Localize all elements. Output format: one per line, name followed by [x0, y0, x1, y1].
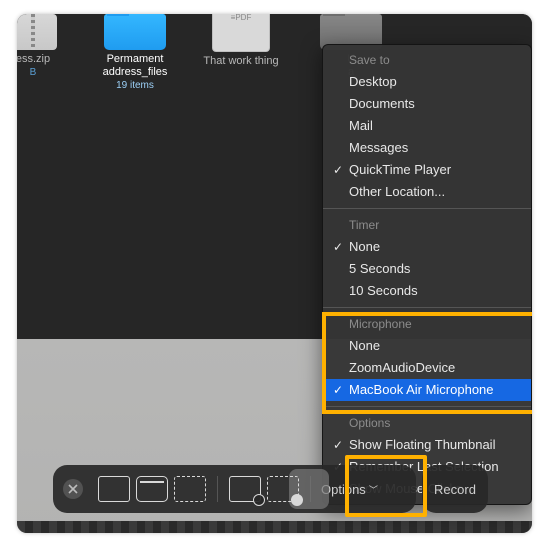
- menu-item-mic-macbook[interactable]: ✓MacBook Air Microphone: [323, 379, 531, 401]
- menu-section-timer: Timer: [323, 214, 531, 236]
- file-item[interactable]: ess.zip B: [17, 14, 79, 78]
- document-icon: [212, 14, 270, 52]
- toolbar-separator: [217, 476, 218, 502]
- menu-item-timer-10s[interactable]: 10 Seconds: [323, 280, 531, 302]
- check-icon: ✓: [333, 238, 343, 256]
- record-dot-icon: [291, 494, 303, 506]
- screenshot-toolbar: Options ﹀ Record: [53, 465, 488, 513]
- capture-window-button[interactable]: [136, 476, 168, 502]
- menu-item-messages[interactable]: Messages: [323, 137, 531, 159]
- file-item[interactable]: Permament address_files 19 items: [89, 14, 181, 91]
- file-sub: B: [17, 67, 79, 78]
- options-menu: Save to Desktop Documents Mail Messages …: [322, 44, 532, 505]
- menu-item-desktop[interactable]: Desktop: [323, 71, 531, 93]
- record-label: Record: [434, 482, 476, 497]
- file-label: That work thing: [195, 55, 287, 68]
- menu-section-microphone: Microphone: [323, 313, 531, 335]
- bottom-edge: [17, 521, 532, 533]
- menu-item-mic-none[interactable]: None: [323, 335, 531, 357]
- menu-item-mail[interactable]: Mail: [323, 115, 531, 137]
- menu-section-save-to: Save to: [323, 49, 531, 71]
- file-item[interactable]: That work thing: [195, 14, 287, 68]
- record-selection-button[interactable]: [267, 476, 299, 502]
- file-label: Permament address_files: [89, 53, 181, 79]
- check-icon: ✓: [333, 381, 343, 399]
- check-icon: ✓: [333, 161, 343, 179]
- file-sub: 19 items: [89, 80, 181, 91]
- check-icon: ✓: [333, 436, 343, 454]
- close-icon: [68, 484, 78, 494]
- file-label: ess.zip: [17, 53, 79, 66]
- menu-separator: [323, 406, 531, 407]
- menu-separator: [323, 208, 531, 209]
- menu-section-options: Options: [323, 412, 531, 434]
- menu-item-floating-thumb[interactable]: ✓Show Floating Thumbnail: [323, 434, 531, 456]
- menu-item-quicktime[interactable]: ✓QuickTime Player: [323, 159, 531, 181]
- menu-separator: [323, 307, 531, 308]
- menu-item-documents[interactable]: Documents: [323, 93, 531, 115]
- close-button[interactable]: [63, 479, 83, 499]
- folder-icon: [104, 14, 166, 50]
- app-frame: ess.zip B Permament address_files 19 ite…: [17, 14, 532, 533]
- menu-item-mic-zoom[interactable]: ZoomAudioDevice: [323, 357, 531, 379]
- record-dot-icon: [253, 494, 265, 506]
- chevron-down-icon: ﹀: [369, 483, 378, 496]
- capture-selection-button[interactable]: [174, 476, 206, 502]
- record-entire-screen-button[interactable]: [229, 476, 261, 502]
- menu-item-other-location[interactable]: Other Location...: [323, 181, 531, 203]
- menu-item-timer-5s[interactable]: 5 Seconds: [323, 258, 531, 280]
- capture-entire-screen-button[interactable]: [98, 476, 130, 502]
- menu-item-timer-none[interactable]: ✓None: [323, 236, 531, 258]
- toolbar-bg: Options ﹀: [53, 465, 416, 513]
- record-button[interactable]: Record: [422, 465, 488, 513]
- zip-icon: [17, 14, 57, 50]
